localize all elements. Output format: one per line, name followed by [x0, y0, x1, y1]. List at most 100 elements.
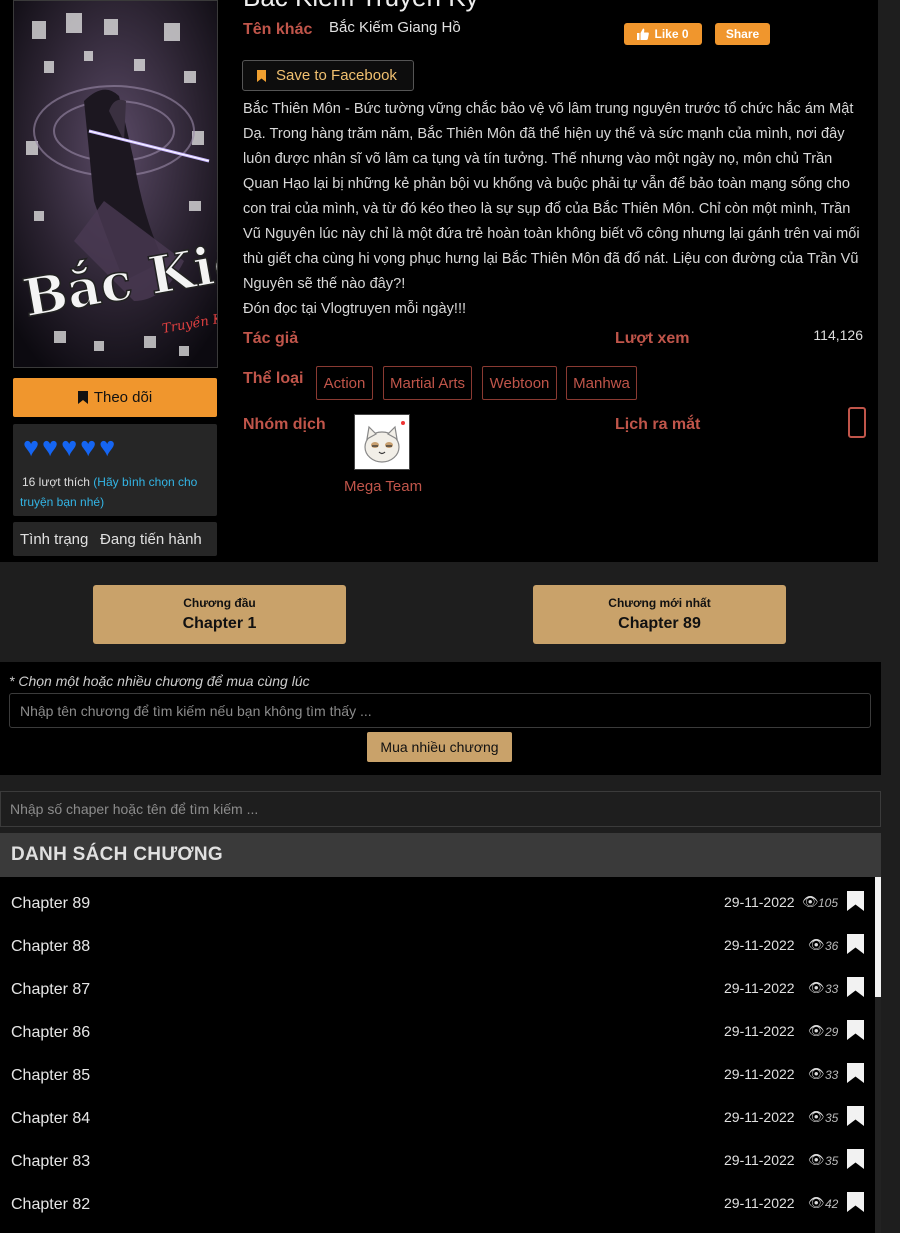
chapter-name[interactable]: Chapter 88: [11, 938, 90, 956]
eye-icon: 👁: [808, 1109, 825, 1124]
chapter-name[interactable]: Chapter 89: [11, 895, 90, 913]
chapter-name[interactable]: Chapter 83: [11, 1153, 90, 1171]
chapter-views: 36: [825, 939, 839, 953]
bookmark-icon: [257, 69, 266, 82]
buy-multiple-panel: * Chọn một hoặc nhiều chương để mua cùng…: [0, 662, 881, 775]
likes-info: 16 lượt thích (Hãy bình chọn cho truyện …: [20, 472, 215, 512]
save-to-facebook-button[interactable]: Save to Facebook: [242, 60, 414, 91]
latest-chapter-button[interactable]: Chương mới nhất Chapter 89: [533, 585, 786, 644]
chapter-list: Chapter 89 29-11-2022 👁 105 Chapter 88 2…: [0, 877, 875, 1233]
facebook-share-button[interactable]: Share: [715, 23, 770, 45]
bookmark-icon: [77, 391, 88, 404]
likes-count: 16 lượt thích: [22, 475, 90, 489]
chapter-views: 29: [825, 1025, 839, 1039]
buy-multiple-button[interactable]: Mua nhiều chương: [367, 732, 512, 762]
status-value: Đang tiến hành: [100, 530, 202, 548]
heart-icon[interactable]: ♥: [99, 434, 115, 461]
heart-icon[interactable]: ♥: [61, 434, 77, 461]
chapter-date: 29-11-2022: [724, 1152, 795, 1168]
chapter-date: 29-11-2022: [724, 1195, 795, 1211]
chapter-name[interactable]: Chapter 84: [11, 1110, 90, 1128]
status-box: Tình trạng Đang tiến hành: [13, 522, 217, 556]
buy-note: * Chọn một hoặc nhiều chương để mua cùng…: [9, 673, 310, 689]
chapter-name[interactable]: Chapter 82: [11, 1196, 90, 1214]
first-chapter-button[interactable]: Chương đầu Chapter 1: [93, 585, 346, 644]
eye-icon: 👁: [808, 1066, 825, 1081]
team-avatar[interactable]: [354, 414, 410, 470]
chapter-views: 33: [825, 982, 839, 996]
chapter-name[interactable]: Chapter 87: [11, 981, 90, 999]
genre-tag-action[interactable]: Action: [316, 366, 373, 400]
chapter-views: 42: [825, 1197, 839, 1211]
genre-tag-manhwa[interactable]: Manhwa: [566, 366, 637, 400]
chapter-date: 29-11-2022: [724, 1023, 795, 1039]
first-chapter-title: Chapter 1: [182, 615, 257, 632]
genre-tag-label: Action: [323, 374, 366, 392]
genre-tag-label: Webtoon: [489, 374, 550, 392]
chapter-row[interactable]: Chapter 84 29-11-2022 👁 35: [0, 1092, 875, 1135]
chapter-date: 29-11-2022: [724, 937, 795, 953]
scrollbar-thumb[interactable]: [875, 877, 881, 997]
first-chapter-caption: Chương đầu: [183, 596, 256, 610]
team-label: Nhóm dịch: [243, 416, 326, 433]
views-label: Lượt xem: [615, 330, 690, 347]
genre-tag-martial-arts[interactable]: Martial Arts: [383, 366, 472, 400]
follow-button[interactable]: Theo dõi: [13, 378, 217, 417]
bookmark-icon[interactable]: [847, 891, 864, 911]
heart-icon[interactable]: ♥: [23, 434, 39, 461]
chapter-row[interactable]: Chapter 82 29-11-2022 👁 42: [0, 1178, 875, 1221]
status-label: Tình trạng: [20, 530, 89, 548]
bookmark-icon[interactable]: [847, 1020, 864, 1040]
chapter-list-header: DANH SÁCH CHƯƠNG: [0, 833, 881, 877]
facebook-like-button[interactable]: Like 0: [624, 23, 702, 45]
eye-icon: 👁: [808, 1023, 825, 1038]
bookmark-icon[interactable]: [847, 977, 864, 997]
thumbs-up-icon: [637, 28, 650, 40]
chapter-row[interactable]: Chapter 85 29-11-2022 👁 33: [0, 1049, 875, 1092]
chapter-name[interactable]: Chapter 86: [11, 1024, 90, 1042]
chapter-date: 29-11-2022: [724, 980, 795, 996]
comic-info-panel: Bắc Kiếm Truyền Kỳ Theo dõi ♥ ♥ ♥ ♥ ♥ 16…: [0, 0, 878, 562]
chapter-name[interactable]: Chapter 85: [11, 1067, 90, 1085]
like-label: Like 0: [654, 27, 689, 41]
description-footer: Đón đọc tại Vlogtruyen mỗi ngày!!!: [243, 301, 467, 317]
latest-chapter-caption: Chương mới nhất: [608, 596, 711, 610]
bookmark-icon[interactable]: [847, 1149, 864, 1169]
bookmark-icon[interactable]: [847, 1063, 864, 1083]
alt-name-value: Bắc Kiếm Giang Hồ: [329, 19, 461, 36]
chapter-date: 29-11-2022: [724, 894, 795, 910]
release-schedule-value: [848, 407, 866, 438]
chapter-row[interactable]: Chapter 87 29-11-2022 👁 33: [0, 963, 875, 1006]
cover-artwork: Bắc Kiếm Truyền Kỳ: [14, 1, 217, 367]
eye-icon: 👁: [802, 894, 819, 909]
eye-icon: 👁: [808, 937, 825, 952]
comic-cover-image[interactable]: Bắc Kiếm Truyền Kỳ: [13, 0, 218, 368]
eye-icon: 👁: [808, 980, 825, 995]
comic-description: Bắc Thiên Môn - Bức tường vững chắc bảo …: [243, 97, 868, 322]
rating-box: ♥ ♥ ♥ ♥ ♥ 16 lượt thích (Hãy bình chọn c…: [13, 424, 217, 516]
heart-icon[interactable]: ♥: [42, 434, 58, 461]
alt-name-label: Tên khác: [243, 21, 313, 38]
rating-hearts[interactable]: ♥ ♥ ♥ ♥ ♥: [23, 434, 115, 461]
genre-tag-webtoon[interactable]: Webtoon: [482, 366, 557, 400]
bookmark-icon[interactable]: [847, 1106, 864, 1126]
cat-avatar-icon: [355, 415, 409, 469]
release-schedule-label: Lịch ra mắt: [615, 416, 701, 433]
bookmark-icon[interactable]: [847, 1192, 864, 1212]
genre-tag-label: Martial Arts: [389, 374, 465, 392]
chapter-row[interactable]: Chapter 88 29-11-2022 👁 36: [0, 920, 875, 963]
latest-chapter-title: Chapter 89: [618, 615, 701, 632]
buy-chapter-search-input[interactable]: [9, 693, 871, 728]
description-text: Bắc Thiên Môn - Bức tường vững chắc bảo …: [243, 101, 860, 292]
chapter-row[interactable]: Chapter 86 29-11-2022 👁 29: [0, 1006, 875, 1049]
team-name-link[interactable]: Mega Team: [344, 478, 422, 495]
chapter-views: 33: [825, 1068, 839, 1082]
chapter-row[interactable]: Chapter 89 29-11-2022 👁 105: [0, 877, 875, 920]
chapter-row[interactable]: Chapter 83 29-11-2022 👁 35: [0, 1135, 875, 1178]
chapter-list-title: DANH SÁCH CHƯƠNG: [11, 844, 223, 865]
eye-icon: 👁: [808, 1195, 825, 1210]
bookmark-icon[interactable]: [847, 934, 864, 954]
follow-label: Theo dõi: [93, 389, 153, 406]
heart-icon[interactable]: ♥: [80, 434, 96, 461]
chapter-search-input[interactable]: [0, 791, 881, 827]
